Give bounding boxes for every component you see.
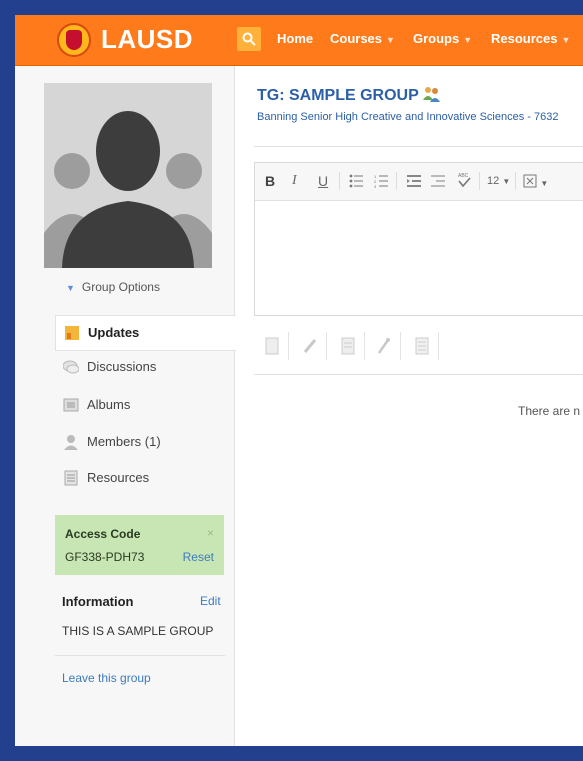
file-icon[interactable] — [264, 337, 280, 355]
lausd-logo-icon[interactable] — [57, 23, 91, 57]
svg-text:ABC: ABC — [458, 173, 469, 179]
group-people-icon — [422, 87, 440, 102]
numbered-list-icon[interactable]: 123 — [374, 174, 388, 188]
access-code-title: Access Code — [65, 527, 141, 541]
search-button[interactable] — [237, 27, 261, 51]
link-icon[interactable] — [302, 337, 318, 355]
sidebar-item-resources[interactable]: Resources — [44, 461, 234, 495]
brand-name[interactable]: LAUSD — [101, 24, 193, 55]
pen-icon[interactable] — [376, 337, 392, 355]
divider — [254, 146, 583, 147]
sidebar-item-updates[interactable]: Updates — [55, 315, 236, 351]
resources-icon — [64, 470, 78, 486]
spellcheck-icon[interactable]: ABC — [457, 172, 471, 188]
nav-home[interactable]: Home — [277, 31, 313, 46]
insert-menu[interactable]: ▼ — [523, 174, 548, 189]
svg-text:3: 3 — [374, 184, 377, 188]
edit-information-link[interactable]: Edit — [200, 594, 221, 608]
divider — [55, 655, 225, 656]
reset-access-code-link[interactable]: Reset — [183, 550, 214, 564]
chevron-down-icon: ▼ — [386, 35, 395, 45]
group-options-toggle[interactable]: ▼ Group Options — [66, 280, 160, 294]
leave-group-link[interactable]: Leave this group — [62, 671, 151, 685]
font-size-select[interactable]: 12 ▼ — [487, 175, 510, 187]
empty-updates-message: There are n — [518, 404, 581, 418]
group-avatar — [44, 83, 212, 268]
underline-button[interactable]: U — [318, 173, 328, 189]
information-title: Information — [62, 594, 134, 609]
school-subtitle[interactable]: Banning Senior High Creative and Innovat… — [257, 111, 558, 123]
sidebar-item-discussions[interactable]: Discussions — [44, 350, 234, 384]
insert-icon — [523, 174, 537, 188]
information-text: THIS IS A SAMPLE GROUP — [62, 624, 214, 638]
discussions-icon — [63, 360, 79, 374]
attachment-toolbar — [254, 324, 583, 375]
nav-resources[interactable]: Resources ▼ — [491, 31, 570, 46]
outdent-icon[interactable] — [431, 174, 445, 188]
nav-courses[interactable]: Courses ▼ — [330, 31, 395, 46]
list-icon[interactable] — [414, 337, 430, 355]
caret-down-icon: ▼ — [66, 283, 75, 293]
document-icon[interactable] — [340, 337, 356, 355]
chevron-down-icon: ▼ — [561, 35, 571, 45]
group-silhouette-icon — [44, 83, 212, 268]
bullet-list-icon[interactable] — [349, 174, 363, 188]
sidebar-item-members[interactable]: Members (1) — [44, 425, 234, 459]
editor-toolbar: B I U 123 ABC 12 ▼ ▼ — [255, 163, 583, 201]
access-code-value: GF338-PDH73 — [65, 550, 145, 564]
top-navigation-bar: LAUSD Home Courses ▼ Groups ▼ Resources ▼ — [15, 15, 583, 66]
sidebar-item-albums[interactable]: Albums — [44, 388, 234, 422]
access-code-panel: Access Code × GF338-PDH73 Reset — [55, 515, 224, 575]
bold-button[interactable]: B — [265, 173, 275, 189]
nav-groups[interactable]: Groups ▼ — [413, 31, 472, 46]
italic-button[interactable]: I — [292, 173, 297, 189]
close-icon[interactable]: × — [207, 526, 214, 540]
post-editor[interactable]: B I U 123 ABC 12 ▼ ▼ — [254, 162, 583, 316]
albums-icon — [63, 398, 79, 412]
page-title: TG: SAMPLE GROUP — [257, 86, 441, 105]
chevron-down-icon: ▼ — [463, 35, 473, 45]
updates-icon — [65, 326, 79, 340]
members-icon — [64, 435, 78, 450]
search-icon — [242, 32, 256, 46]
indent-icon[interactable] — [407, 174, 421, 188]
